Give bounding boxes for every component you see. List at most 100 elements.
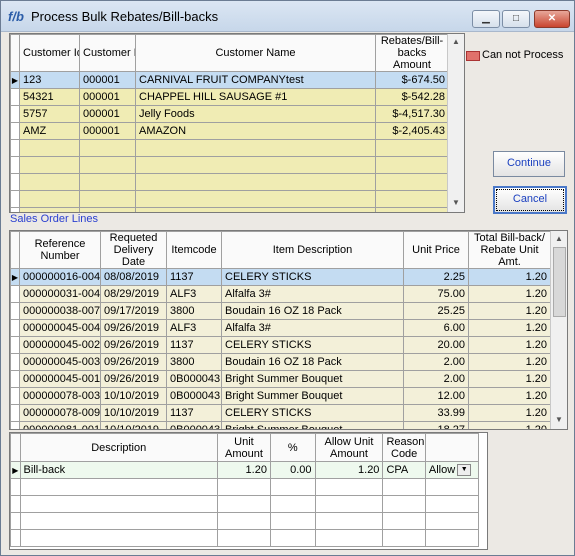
sales-order-line-row[interactable]: 000000045-003 09/26/2019 3800 Boudain 16 OZ… [10,353,551,371]
row-selector[interactable] [10,302,20,320]
rebate-amount-cell[interactable]: $-674.50 [375,71,449,89]
reference-number-cell[interactable]: 000000031-004 [19,285,101,303]
customer-name-cell[interactable]: Jelly Foods [135,105,376,123]
col-itemcode[interactable]: Itemcode [166,231,222,269]
item-description-cell[interactable]: Bright Summer Bouquet [221,370,404,388]
itemcode-cell[interactable]: 3800 [166,353,222,371]
unit-price-cell[interactable]: 2.00 [403,353,469,371]
delivery-date-cell[interactable]: 09/17/2019 [100,302,167,320]
row-selector[interactable] [10,421,20,429]
maximize-button[interactable]: □ [502,10,530,28]
col-unit-amount[interactable]: Unit Amount [216,433,271,462]
col-customer-id[interactable]: Customer Id [19,34,80,72]
unit-price-cell[interactable]: 33.99 [403,404,469,422]
itemcode-cell[interactable]: 1137 [166,336,222,354]
row-selector[interactable] [10,105,20,123]
item-description-cell[interactable]: Bright Summer Bouquet [221,387,404,405]
col-action[interactable] [424,433,480,462]
customer-id-cell[interactable]: 5757 [19,105,80,123]
row-selector[interactable] [10,122,20,140]
total-billback-cell[interactable]: 1.20 [468,370,551,388]
col-unit-price[interactable]: Unit Price [403,231,469,269]
current-row-indicator-icon[interactable]: ▶ [10,461,21,479]
row-selector[interactable] [10,404,20,422]
reference-number-cell[interactable]: 000000045-004 [19,319,101,337]
customer-id-cell[interactable]: AMZ [19,122,80,140]
item-description-cell[interactable]: Boudain 16 OZ 18 Pack [221,353,404,371]
reason-code-cell[interactable]: CPA [382,461,426,479]
col-rebates-amount[interactable]: Rebates/Bill-backs Amount [375,34,449,72]
delivery-date-cell[interactable]: 10/10/2019 [100,421,167,429]
scroll-thumb[interactable] [553,247,566,317]
total-billback-cell[interactable]: 1.20 [468,421,551,429]
customer-location-cell[interactable]: 000001 [79,88,136,106]
reference-number-cell[interactable]: 000000045-003 [19,353,101,371]
itemcode-cell[interactable]: 0B000043 [166,387,222,405]
item-description-cell[interactable]: CELERY STICKS [221,404,404,422]
item-description-cell[interactable]: CELERY STICKS [221,336,404,354]
customer-row[interactable]: 54321 000001 CHAPPEL HILL SAUSAGE #1 $-542.… [10,88,449,106]
minimize-button[interactable]: ▁ [472,10,500,28]
percent-cell[interactable]: 0.00 [269,461,316,479]
unit-price-cell[interactable]: 20.00 [403,336,469,354]
unit-price-cell[interactable]: 25.25 [403,302,469,320]
description-cell[interactable]: Bill-back [19,461,218,479]
reference-number-cell[interactable]: 000000078-003 [19,387,101,405]
col-reason-code[interactable]: Reason Code [382,433,426,462]
itemcode-cell[interactable]: 0B000043 [166,421,222,429]
reference-number-cell[interactable]: 000000045-002 [19,336,101,354]
col-item-description[interactable]: Item Description [221,231,404,269]
col-requested-delivery-date[interactable]: Requeted Delivery Date [100,231,167,269]
delivery-date-cell[interactable]: 08/29/2019 [100,285,167,303]
unit-price-cell[interactable]: 2.00 [403,370,469,388]
customer-location-cell[interactable]: 000001 [79,105,136,123]
total-billback-cell[interactable]: 1.20 [468,268,551,286]
reference-number-cell[interactable]: 000000016-004 [19,268,101,286]
col-percent[interactable]: % [269,433,316,462]
current-row-indicator-icon[interactable]: ▶ [10,71,20,89]
row-selector[interactable] [10,336,20,354]
unit-price-cell[interactable]: 6.00 [403,319,469,337]
sales-order-line-row[interactable]: 000000031-004 08/29/2019 ALF3 Alfalfa 3# 75.… [10,285,551,303]
dropdown-arrow-icon[interactable]: ▼ [457,464,472,477]
unit-price-cell[interactable]: 12.00 [403,387,469,405]
reference-number-cell[interactable]: 000000081-001 [19,421,101,429]
unit-price-cell[interactable]: 75.00 [403,285,469,303]
col-customer-location-id[interactable]: Customer Location Id [79,34,136,72]
total-billback-cell[interactable]: 1.20 [468,353,551,371]
rebate-row[interactable]: ▶ Bill-back 1.20 0.00 1.20 CPA Allow ▼ [10,461,480,479]
item-description-cell[interactable]: Bright Summer Bouquet [221,421,404,429]
delivery-date-cell[interactable]: 09/26/2019 [100,336,167,354]
row-selector[interactable] [10,285,20,303]
sales-order-line-row[interactable]: 000000038-007 09/17/2019 3800 Boudain 16 OZ… [10,302,551,320]
sales-order-line-row[interactable]: 000000045-001 09/26/2019 0B000043 Bright Su… [10,370,551,388]
col-reference-number[interactable]: Reference Number [19,231,101,269]
current-row-indicator-icon[interactable]: ▶ [10,268,20,286]
customer-row[interactable]: AMZ 000001 AMAZON $-2,405.43 [10,122,449,140]
delivery-date-cell[interactable]: 09/26/2019 [100,353,167,371]
cancel-button[interactable]: Cancel [493,186,567,214]
total-billback-cell[interactable]: 1.20 [468,285,551,303]
row-selector[interactable] [10,319,20,337]
reference-number-cell[interactable]: 000000045-001 [19,370,101,388]
delivery-date-cell[interactable]: 10/10/2019 [100,387,167,405]
itemcode-cell[interactable]: 1137 [166,404,222,422]
row-selector[interactable] [10,88,20,106]
itemcode-cell[interactable]: ALF3 [166,319,222,337]
row-selector[interactable] [10,353,20,371]
total-billback-cell[interactable]: 1.20 [468,387,551,405]
delivery-date-cell[interactable]: 08/08/2019 [100,268,167,286]
delivery-date-cell[interactable]: 09/26/2019 [100,319,167,337]
scroll-up-icon[interactable]: ▲ [450,36,462,48]
unit-price-cell[interactable]: 18.27 [403,421,469,429]
item-description-cell[interactable]: Boudain 16 OZ 18 Pack [221,302,404,320]
sales-order-line-row[interactable]: 000000078-003 10/10/2019 0B000043 Bright Su… [10,387,551,405]
itemcode-cell[interactable]: 0B000043 [166,370,222,388]
col-customer-name[interactable]: Customer Name [135,34,376,72]
action-dropdown-value[interactable]: Allow [429,464,455,476]
total-billback-cell[interactable]: 1.20 [468,319,551,337]
row-selector[interactable] [10,370,20,388]
customer-name-cell[interactable]: CARNIVAL FRUIT COMPANYtest [135,71,376,89]
itemcode-cell[interactable]: 1137 [166,268,222,286]
item-description-cell[interactable]: Alfalfa 3# [221,319,404,337]
